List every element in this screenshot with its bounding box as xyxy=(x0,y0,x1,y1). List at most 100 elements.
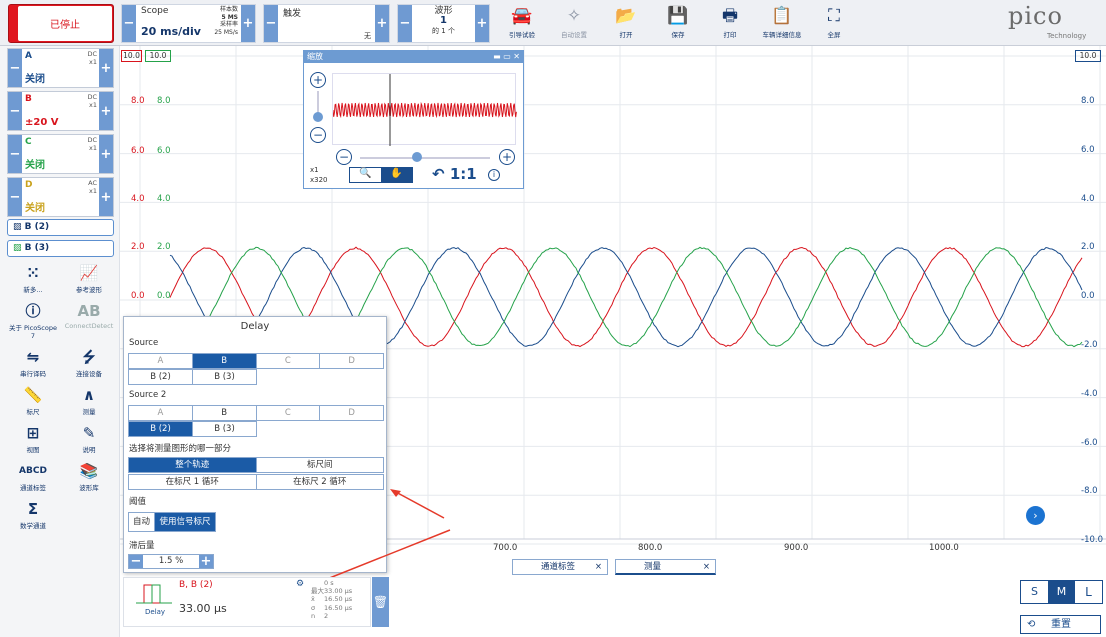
toolbar-button-2[interactable]: 📂 打开 xyxy=(603,2,649,46)
tool-abcd[interactable]: ABCD 通道标签 xyxy=(8,460,58,492)
toolbar-button-5[interactable]: 📋 车辆详细信息 xyxy=(759,2,805,46)
source-option-b2[interactable]: B (2) xyxy=(129,370,193,384)
trash-icon[interactable]: 🗑 xyxy=(372,577,389,627)
y-axis-label-left: 2.0 xyxy=(131,242,145,252)
channel-range-increase-button[interactable]: + xyxy=(99,135,113,173)
ref-waveform-b2[interactable]: ▨ B (2) xyxy=(7,219,114,236)
size-m-button[interactable]: M xyxy=(1048,581,1075,603)
tool-sigma[interactable]: Σ 数学通道 xyxy=(8,498,58,530)
tool-serial[interactable]: ⇋ 串行译码 xyxy=(8,346,58,378)
hysteresis-increase-button[interactable]: + xyxy=(199,555,213,568)
pan-tool-icon[interactable]: ✋ xyxy=(381,168,412,182)
channel-range-marker-right[interactable]: 10.0 xyxy=(1075,50,1101,62)
zoom-out-vertical-button[interactable]: − xyxy=(310,127,326,143)
channel-range-increase-button[interactable]: + xyxy=(99,49,113,87)
part-option-ruler1-cycle[interactable]: 在标尺 1 循环 xyxy=(129,475,257,489)
zoom-in-vertical-button[interactable]: + xyxy=(310,72,326,88)
hysteresis-value[interactable]: 1.5 % xyxy=(143,555,199,568)
horizontal-zoom-slider[interactable] xyxy=(360,157,490,159)
zoom-out-horizontal-button[interactable]: − xyxy=(336,149,352,165)
tool-ruler[interactable]: 📏 标尺 xyxy=(8,384,58,416)
waveform-prev-button[interactable]: − xyxy=(398,5,412,42)
channel-range-decrease-button[interactable]: − xyxy=(8,178,22,216)
vertical-zoom-thumb[interactable] xyxy=(313,112,323,122)
channel-range-value[interactable]: 关闭 xyxy=(25,156,45,171)
source-option-a[interactable]: A xyxy=(129,354,193,368)
tab-measurements[interactable]: 测量 × xyxy=(615,559,716,575)
source-option-d[interactable]: D xyxy=(320,354,383,368)
waveform-count[interactable]: 1 xyxy=(413,16,474,26)
samples-value[interactable]: 5 MS xyxy=(214,14,238,22)
measurement-card[interactable]: Delay B, B (2) 33.00 µs ⚙ 0 s 最大33.00 µs x… xyxy=(123,577,371,627)
tab-channel-labels[interactable]: 通道标签 × xyxy=(512,559,608,575)
source-option-c[interactable]: C xyxy=(257,354,321,368)
tool-view[interactable]: ⊞ 视图 xyxy=(8,422,58,454)
scroll-right-icon[interactable]: › xyxy=(1026,506,1045,525)
channel-a-control[interactable]: − + A DC x1 关闭 xyxy=(7,48,114,88)
channel-c-control[interactable]: − + C DC x1 关闭 xyxy=(7,134,114,174)
timebase-increase-button[interactable]: + xyxy=(241,5,255,42)
channel-range-value[interactable]: 关闭 xyxy=(25,70,45,85)
timebase-value[interactable]: 20 ms/div xyxy=(141,25,201,38)
tool-notes[interactable]: ✎ 说明 xyxy=(64,422,114,454)
source2-option-b3[interactable]: B (3) xyxy=(193,422,256,436)
channel-range-value[interactable]: 关闭 xyxy=(25,199,45,214)
channel-ref-range-marker[interactable]: 10.0 xyxy=(145,50,171,62)
channel-range-value[interactable]: ±20 V xyxy=(25,117,59,128)
tool-grid-dots[interactable]: ⁙ 新多... xyxy=(8,262,58,294)
zoom-tool-icon[interactable]: 🔍 xyxy=(350,168,381,182)
gear-icon[interactable]: ⚙ xyxy=(296,579,304,589)
channel-range-decrease-button[interactable]: − xyxy=(8,92,22,130)
source2-option-a[interactable]: A xyxy=(129,406,193,420)
tool-measure[interactable]: ∧ 测量 xyxy=(64,384,114,416)
threshold-option-auto[interactable]: 自动 xyxy=(129,513,155,531)
trigger-value[interactable]: 无 xyxy=(364,31,371,41)
size-s-button[interactable]: S xyxy=(1021,581,1048,603)
waveform-next-button[interactable]: + xyxy=(475,5,489,42)
channel-b-range-marker[interactable]: 10.0 xyxy=(121,50,142,62)
folder-icon: 📂 xyxy=(603,5,649,27)
zoom-window-controls[interactable]: ▬ ▭ ✕ xyxy=(493,51,520,63)
close-icon[interactable]: × xyxy=(595,560,602,574)
part-option-between-rulers[interactable]: 标尺间 xyxy=(257,458,384,472)
horizontal-zoom-thumb[interactable] xyxy=(412,152,422,162)
source2-option-d[interactable]: D xyxy=(320,406,383,420)
toolbar-button-6[interactable]: ⛶ 全屏 xyxy=(811,2,857,46)
zoom-titlebar[interactable]: 缩放 ▬ ▭ ✕ xyxy=(304,51,523,63)
ref-waveform-b3[interactable]: ▨ B (3) xyxy=(7,240,114,257)
close-icon[interactable]: × xyxy=(703,560,710,574)
zoom-overview-preview[interactable] xyxy=(332,73,516,145)
channel-range-decrease-button[interactable]: − xyxy=(8,135,22,173)
toolbar-button-4[interactable]: 🖶 打印 xyxy=(707,2,753,46)
reset-zoom-button[interactable]: ↶ 1:1 xyxy=(432,165,477,183)
channel-range-decrease-button[interactable]: − xyxy=(8,49,22,87)
tool-info[interactable]: ⓘ 关于 PicoScope 7 xyxy=(8,300,58,340)
timebase-decrease-button[interactable]: − xyxy=(122,5,136,42)
part-option-whole-trace[interactable]: 整个轨迹 xyxy=(129,458,257,472)
channel-range-increase-button[interactable]: + xyxy=(99,92,113,130)
toolbar-button-3[interactable]: 💾 保存 xyxy=(655,2,701,46)
tool-reference[interactable]: 📈 参考波形 xyxy=(64,262,114,294)
threshold-option-signal-ruler[interactable]: 使用信号标尺 xyxy=(155,513,215,531)
zoom-in-horizontal-button[interactable]: + xyxy=(499,149,515,165)
tool-connectdetect[interactable]: AB ConnectDetect xyxy=(64,300,114,340)
tool-library[interactable]: 📚 波形库 xyxy=(64,460,114,492)
source-option-b3[interactable]: B (3) xyxy=(193,370,256,384)
info-icon[interactable]: i xyxy=(488,169,500,181)
hysteresis-decrease-button[interactable]: − xyxy=(129,555,143,568)
run-stop-button[interactable]: 已停止 xyxy=(8,4,114,43)
tool-usb[interactable]: ⭍ 连接设备 xyxy=(64,346,114,378)
toolbar-button-1[interactable]: ✧ 自动设置 xyxy=(551,2,597,46)
toolbar-button-0[interactable]: 🚘 引导试验 xyxy=(499,2,545,46)
source2-option-b2[interactable]: B (2) xyxy=(129,422,193,436)
source-option-b[interactable]: B xyxy=(193,354,257,368)
channel-b-control[interactable]: − + B DC x1 ±20 V xyxy=(7,91,114,131)
trigger-decrease-button[interactable]: − xyxy=(264,5,278,42)
reset-button[interactable]: ⟲ 重置 xyxy=(1020,615,1101,634)
source2-option-c[interactable]: C xyxy=(257,406,321,420)
size-l-button[interactable]: L xyxy=(1075,581,1102,603)
channel-d-control[interactable]: − + D AC x1 关闭 xyxy=(7,177,114,217)
channel-range-increase-button[interactable]: + xyxy=(99,178,113,216)
source2-option-b[interactable]: B xyxy=(193,406,257,420)
trigger-increase-button[interactable]: + xyxy=(375,5,389,42)
